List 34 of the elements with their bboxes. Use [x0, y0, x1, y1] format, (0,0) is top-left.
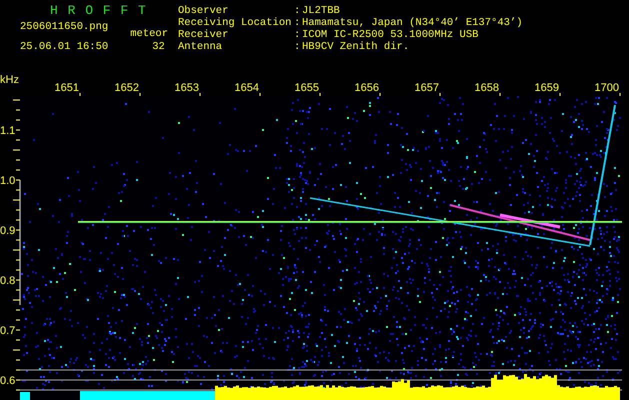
time-label: 1654 — [234, 82, 259, 94]
info-separator: : — [294, 41, 302, 53]
file-name: 2506011650.png — [20, 21, 108, 33]
time-label: 1656 — [354, 82, 379, 94]
info-separator: : — [294, 17, 302, 29]
info-label: Receiver — [178, 29, 230, 41]
info-label: Antenna — [178, 41, 224, 53]
time-label: 1658 — [474, 82, 499, 94]
axis-unit: kHz — [0, 75, 19, 86]
frequency-label: 0.7 — [0, 325, 16, 337]
time-label: 1652 — [114, 82, 139, 94]
info-separator: : — [294, 5, 302, 17]
frequency-label: 1.1 — [0, 125, 16, 137]
info-value: ICOM IC-R2500 53.1000MHz USB — [302, 29, 480, 41]
counter-value: 32 — [151, 41, 166, 53]
frequency-label: 0.8 — [0, 275, 16, 287]
frequency-label: 1.0 — [0, 175, 16, 187]
info-label: Observer — [178, 5, 230, 17]
app-title: H R O F F T — [49, 3, 148, 18]
time-label: 1651 — [54, 82, 79, 94]
info-label: Receiving Location — [178, 17, 292, 29]
info-value: Hamamatsu, Japan (N34°40’ E137°43’) — [302, 17, 523, 29]
info-value: JL2TBB — [302, 5, 341, 17]
info-value: HB9CV Zenith dir. — [302, 41, 410, 53]
time-label: 1657 — [414, 82, 439, 94]
frequency-label: 0.6 — [0, 375, 16, 387]
counter-label: meteor — [130, 28, 168, 40]
timestamp: 25.06.01 16:50 — [20, 41, 108, 53]
time-label: 1700 — [594, 82, 619, 94]
time-label: 1655 — [294, 82, 319, 94]
frequency-label: 0.9 — [0, 225, 16, 237]
time-label: 1653 — [174, 82, 199, 94]
info-separator: : — [294, 29, 302, 41]
time-label: 1659 — [534, 82, 559, 94]
